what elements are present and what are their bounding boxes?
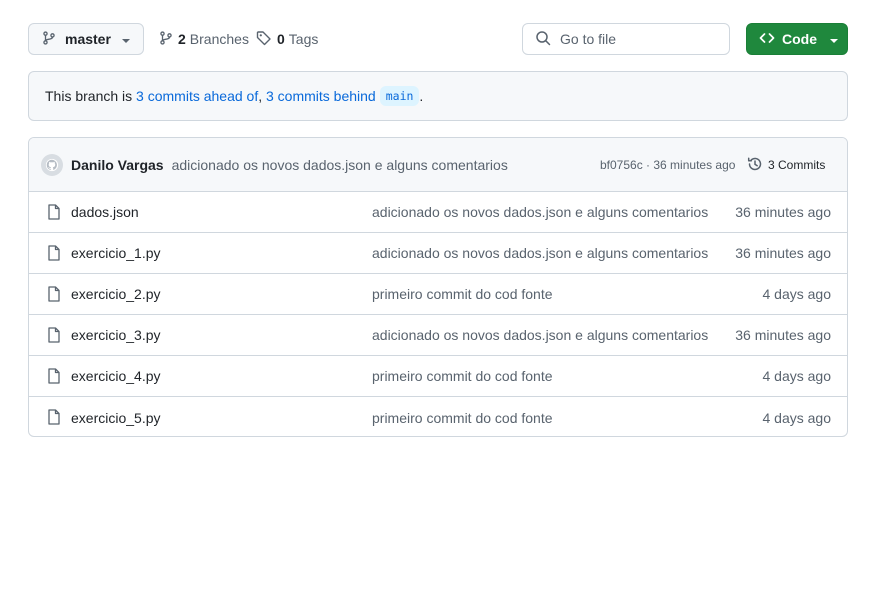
file-commit-message[interactable]: adicionado os novos dados.json e alguns … bbox=[372, 204, 708, 220]
meta-separator: · bbox=[642, 158, 654, 172]
tags-link[interactable]: 0 Tags bbox=[256, 23, 318, 55]
file-name[interactable]: exercicio_2.py bbox=[71, 286, 161, 302]
file-commit-message[interactable]: adicionado os novos dados.json e alguns … bbox=[372, 245, 708, 261]
commit-author[interactable]: Danilo Vargas bbox=[71, 157, 164, 173]
file-commit-message[interactable]: adicionado os novos dados.json e alguns … bbox=[372, 327, 708, 343]
history-icon bbox=[747, 156, 763, 175]
repo-toolbar: master 2 Branches 0 Tags Code bbox=[28, 23, 848, 55]
file-row[interactable]: exercicio_4.py primeiro commit do cod fo… bbox=[29, 356, 847, 397]
file-name[interactable]: exercicio_4.py bbox=[71, 368, 161, 384]
search-icon bbox=[535, 30, 551, 49]
file-commit-age: 36 minutes ago bbox=[735, 204, 831, 220]
branches-label: Branches bbox=[189, 31, 249, 47]
latest-commit-bar: Danilo Vargas adicionado os novos dados.… bbox=[29, 138, 847, 192]
branch-info-suffix: . bbox=[419, 88, 424, 104]
avatar[interactable] bbox=[41, 153, 63, 176]
caret-down-icon bbox=[121, 31, 131, 47]
branch-comparison-banner: This branch is 3 commits ahead of , 3 co… bbox=[28, 71, 848, 121]
git-branch-icon bbox=[42, 30, 56, 49]
file-commit-age: 36 minutes ago bbox=[735, 245, 831, 261]
file-icon bbox=[47, 409, 61, 428]
file-commit-age: 36 minutes ago bbox=[735, 327, 831, 343]
commit-sha[interactable]: bf0756c bbox=[600, 158, 643, 172]
branches-link[interactable]: 2 Branches bbox=[159, 23, 249, 55]
branches-count: 2 bbox=[178, 31, 186, 47]
code-button-label: Code bbox=[782, 31, 817, 47]
file-row[interactable]: dados.json adicionado os novos dados.jso… bbox=[29, 192, 847, 233]
file-row[interactable]: exercicio_5.py primeiro commit do cod fo… bbox=[29, 397, 847, 436]
file-icon bbox=[47, 286, 61, 305]
file-commit-message[interactable]: primeiro commit do cod fonte bbox=[372, 286, 553, 302]
go-to-file-input[interactable] bbox=[560, 31, 710, 47]
file-name[interactable]: exercicio_1.py bbox=[71, 245, 161, 261]
file-row[interactable]: exercicio_1.py adicionado os novos dados… bbox=[29, 233, 847, 274]
git-branch-icon bbox=[159, 30, 173, 49]
caret-down-icon bbox=[829, 31, 839, 47]
file-icon bbox=[47, 245, 61, 264]
latest-commit-message[interactable]: adicionado os novos dados.json e alguns … bbox=[172, 157, 508, 173]
commits-behind-link[interactable]: 3 commits behind bbox=[266, 88, 376, 104]
go-to-file-box[interactable] bbox=[522, 23, 730, 55]
avatar-icon bbox=[45, 158, 59, 171]
file-icon bbox=[47, 327, 61, 346]
branch-label: master bbox=[65, 31, 111, 47]
commit-meta: bf0756c · 36 minutes ago bbox=[600, 138, 735, 192]
base-branch-badge[interactable]: main bbox=[379, 86, 420, 106]
file-row[interactable]: exercicio_2.py primeiro commit do cod fo… bbox=[29, 274, 847, 315]
tags-label: Tags bbox=[288, 31, 319, 47]
file-commit-message[interactable]: primeiro commit do cod fonte bbox=[372, 410, 553, 426]
commits-ahead-link[interactable]: 3 commits ahead of bbox=[136, 88, 258, 104]
file-row[interactable]: exercicio_3.py adicionado os novos dados… bbox=[29, 315, 847, 356]
code-icon bbox=[759, 30, 775, 49]
file-list: Danilo Vargas adicionado os novos dados.… bbox=[28, 137, 848, 437]
tag-icon bbox=[256, 30, 272, 49]
commit-age: 36 minutes ago bbox=[653, 158, 736, 172]
file-commit-age: 4 days ago bbox=[762, 368, 832, 384]
file-commit-age: 4 days ago bbox=[762, 286, 832, 302]
branch-info-prefix: This branch is bbox=[45, 88, 137, 104]
file-name[interactable]: dados.json bbox=[71, 204, 139, 220]
branch-info-separator: , bbox=[258, 88, 266, 104]
file-name[interactable]: exercicio_5.py bbox=[71, 410, 161, 426]
commits-count-label: 3 Commits bbox=[768, 158, 826, 172]
code-button[interactable]: Code bbox=[746, 23, 848, 55]
file-icon bbox=[47, 204, 61, 223]
tags-count: 0 bbox=[277, 31, 285, 47]
file-icon bbox=[47, 368, 61, 387]
branch-selector-button[interactable]: master bbox=[28, 23, 144, 55]
file-name[interactable]: exercicio_3.py bbox=[71, 327, 161, 343]
file-commit-age: 4 days ago bbox=[762, 409, 832, 426]
file-commit-message[interactable]: primeiro commit do cod fonte bbox=[372, 368, 553, 384]
commits-history-link[interactable]: 3 Commits bbox=[747, 138, 825, 192]
